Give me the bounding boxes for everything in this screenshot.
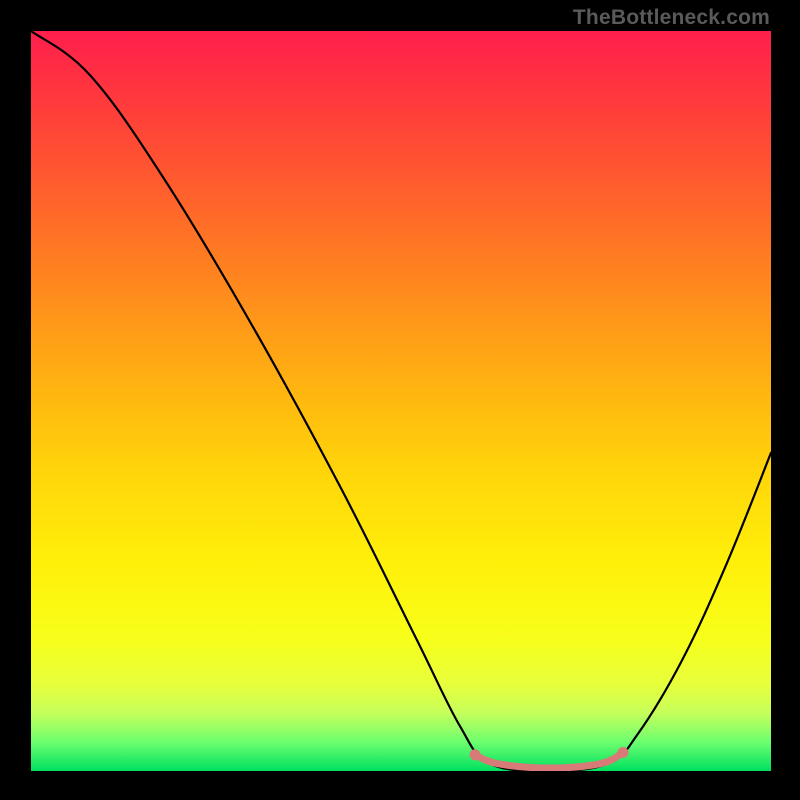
bottleneck-curve — [31, 31, 771, 771]
optimal-zone-overlay — [470, 747, 629, 768]
plot-area — [31, 31, 771, 771]
watermark-text: TheBottleneck.com — [573, 6, 770, 30]
curve-layer — [31, 31, 771, 771]
chart-container: TheBottleneck.com — [0, 0, 800, 800]
